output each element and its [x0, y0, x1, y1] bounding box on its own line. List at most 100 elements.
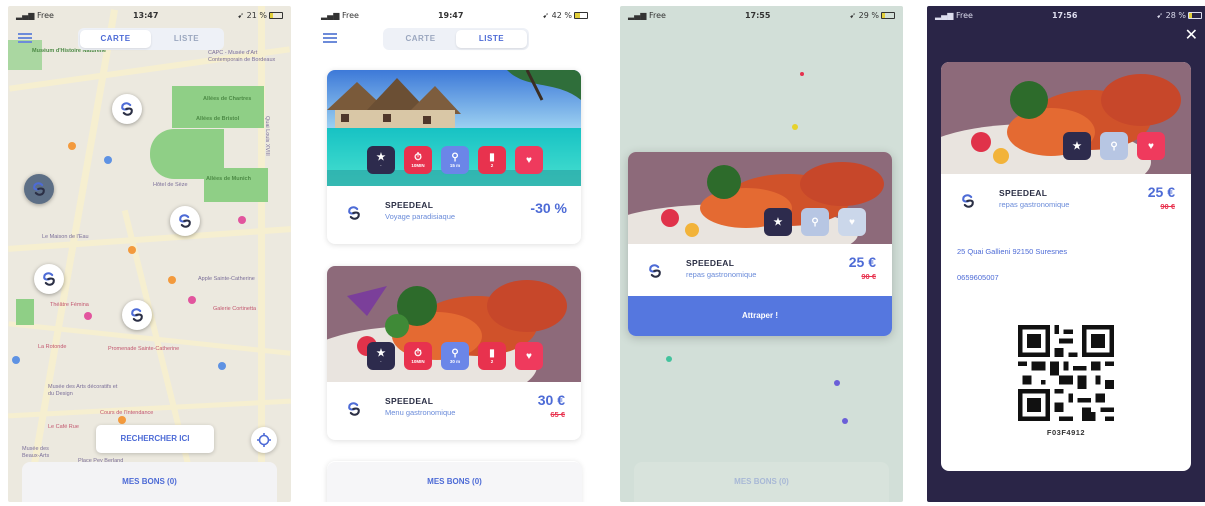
merchant-phone[interactable]: 0659605007 — [957, 273, 999, 282]
speedeal-logo-icon — [119, 101, 135, 117]
offer-title: Menu gastronomique — [385, 408, 456, 417]
map-label: Allées de Munich — [206, 176, 251, 182]
deal-marker[interactable] — [112, 94, 142, 124]
clock: 19:47 — [437, 10, 464, 20]
stock-bag-icon: ▮ 2 — [478, 146, 506, 174]
offer-old-price: 65 € — [550, 410, 565, 419]
status-bar: ▂▄▆ Free 19:47 ➹ 42 % — [313, 6, 596, 24]
map-label: Le Maison de l'Eau — [42, 234, 89, 240]
tab-carte[interactable]: CARTE — [385, 30, 456, 48]
offer-price: 25 € — [1147, 184, 1175, 200]
battery: ➹ 42 % — [542, 11, 588, 20]
like-heart-icon[interactable]: ♥ — [838, 208, 866, 236]
map-label: Musée des Arts décoratifs et du Design — [48, 384, 118, 397]
offer-old-price: 90 € — [1160, 202, 1175, 211]
map-label: Promenade Sainte-Catherine — [108, 346, 180, 352]
offer-title: repas gastronomique — [686, 270, 757, 279]
my-vouchers-button[interactable]: MES BONS (0) — [22, 462, 277, 502]
offer-badges: ★ · ⏱ 10MIN ⚲ 30 m ▮ 2 ♥ — [367, 342, 543, 370]
map-label: Théâtre Fémina — [50, 302, 89, 308]
poi-pin[interactable] — [68, 142, 76, 150]
deal-marker[interactable] — [24, 174, 54, 204]
tab-liste[interactable]: LISTE — [151, 30, 222, 48]
menu-icon[interactable] — [18, 33, 32, 43]
confetti — [666, 356, 672, 362]
battery: ➹ 21 % — [237, 11, 283, 20]
clock: 17:55 — [744, 10, 771, 20]
speedeal-logo-icon — [955, 188, 981, 214]
deal-marker[interactable] — [122, 300, 152, 330]
search-here-button[interactable]: RECHERCHER ICI — [96, 425, 214, 453]
offer-price: 25 € — [848, 254, 876, 270]
poi-pin[interactable] — [104, 156, 112, 164]
tab-liste[interactable]: LISTE — [456, 30, 527, 48]
carrier: ▂▄▆ Free — [321, 10, 359, 20]
coupon-card: ★ ⚲ ♥ SPEEDEAL repas gastronomique 25 € … — [941, 62, 1191, 471]
distance-pin-icon: ⚲ — [801, 208, 829, 236]
like-heart-icon[interactable]: ♥ — [1137, 132, 1165, 160]
poi-pin[interactable] — [188, 296, 196, 304]
offer-old-price: 90 € — [861, 272, 876, 281]
offer-brand: SPEEDEAL — [385, 200, 434, 210]
offer-brand: SPEEDEAL — [686, 258, 735, 268]
view-switch: CARTE LISTE — [78, 28, 224, 50]
favorite-star-icon: ★ · — [367, 342, 395, 370]
confetti — [792, 124, 798, 130]
carrier: ▂▄▆ Free — [935, 10, 973, 20]
deal-marker[interactable] — [170, 206, 200, 236]
offer-brand: SPEEDEAL — [385, 396, 434, 406]
distance-pin-icon: ⚲ 30 m — [441, 342, 469, 370]
view-switch: CARTE LISTE — [383, 28, 529, 50]
crosshair-icon — [257, 433, 271, 447]
offer-image: ★ · ⏱ 10MIN ⚲ 15 m ▮ 2 ♥ — [327, 70, 581, 186]
coupon-code: F03F4912 — [1046, 428, 1086, 437]
screen-catch: ▂▄▆ Free 17:55 ➹ 29 % ★ ⚲ ♥ SPEEDEAL rep… — [620, 6, 903, 502]
offer-badges: ★ ⚲ ♥ — [1063, 132, 1165, 160]
poi-pin[interactable] — [238, 216, 246, 224]
offer-image: ★ · ⏱ 10MIN ⚲ 30 m ▮ 2 ♥ — [327, 266, 581, 382]
stock-bag-icon: ▮ 2 — [478, 342, 506, 370]
locate-button[interactable] — [251, 427, 277, 453]
battery: ➹ 28 % — [1156, 11, 1202, 20]
map-label: Le Café Rue — [48, 424, 79, 430]
poi-pin[interactable] — [168, 276, 176, 284]
status-bar: ▂▄▆ Free 17:56 ➹ 28 % — [927, 6, 1205, 24]
like-heart-icon[interactable]: ♥ — [515, 342, 543, 370]
poi-pin[interactable] — [218, 362, 226, 370]
speedeal-logo-icon — [41, 271, 57, 287]
close-icon[interactable]: ✕ — [1185, 28, 1198, 44]
deal-marker[interactable] — [34, 264, 64, 294]
offer-badges: ★ · ⏱ 10MIN ⚲ 15 m ▮ 2 ♥ — [367, 146, 543, 174]
map-label: Apple Sainte-Catherine — [198, 276, 255, 282]
status-bar: ▂▄▆ Free 17:55 ➹ 29 % — [620, 6, 903, 24]
speedeal-logo-icon — [31, 181, 47, 197]
offer-badges: ★ ⚲ ♥ — [764, 208, 866, 236]
my-vouchers-button[interactable]: MES BONS (0) — [327, 462, 582, 502]
offer-card[interactable]: ★ · ⏱ 10MIN ⚲ 30 m ▮ 2 ♥ SPEEDEAL Menu gastr… — [327, 266, 581, 440]
speedeal-logo-icon — [177, 213, 193, 229]
qr-code — [1018, 325, 1114, 421]
poi-pin[interactable] — [118, 416, 126, 424]
poi-pin[interactable] — [12, 356, 20, 364]
like-heart-icon[interactable]: ♥ — [515, 146, 543, 174]
merchant-address[interactable]: 25 Quai Gallieni 92150 Suresnes — [957, 247, 1067, 256]
speedeal-logo-icon — [129, 307, 145, 323]
timer-icon: ⏱ 10MIN — [404, 146, 432, 174]
screen-coupon: ▂▄▆ Free 17:56 ➹ 28 % ✕ ★ ⚲ ♥ SPEEDEAL r… — [927, 6, 1205, 502]
catch-button[interactable]: Attraper ! — [628, 296, 892, 336]
park — [16, 299, 34, 325]
speedeal-logo-icon — [341, 396, 367, 422]
my-vouchers-button[interactable]: MES BONS (0) — [634, 462, 889, 502]
menu-icon[interactable] — [323, 33, 337, 43]
poi-pin[interactable] — [84, 312, 92, 320]
timer-icon: ⏱ 10MIN — [404, 342, 432, 370]
park — [8, 40, 42, 70]
poi-pin[interactable] — [128, 246, 136, 254]
map-label: La Rotonde — [38, 344, 67, 350]
distance-pin-icon: ⚲ 15 m — [441, 146, 469, 174]
offer-card[interactable]: ★ · ⏱ 10MIN ⚲ 15 m ▮ 2 ♥ SPEEDEAL Voyage par… — [327, 70, 581, 244]
map-label: Allées de Bristol — [196, 116, 240, 122]
offer-image: ★ ⚲ ♥ — [628, 152, 892, 264]
tab-carte[interactable]: CARTE — [80, 30, 151, 48]
map-label: Musée des Beaux-Arts — [22, 446, 50, 459]
